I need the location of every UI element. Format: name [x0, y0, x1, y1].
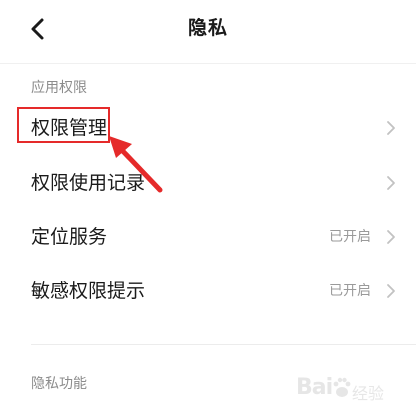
watermark-text: Bai — [296, 375, 333, 400]
settings-row-permission-management[interactable]: 权限管理 — [0, 102, 416, 154]
chevron-right-icon — [387, 230, 395, 244]
section-label-privacy-features: 隐私功能 — [31, 376, 87, 392]
row-label: 权限管理 — [31, 117, 108, 139]
settings-row-permission-usage-records[interactable]: 权限使用记录 — [0, 157, 416, 209]
page-title: 隐私 — [187, 17, 228, 39]
settings-row-sensitive-permission-alert[interactable]: 敏感权限提示 已开启 — [0, 265, 416, 317]
header-divider — [0, 63, 416, 64]
section-label-app-permissions: 应用权限 — [31, 80, 87, 96]
paw-icon — [333, 377, 351, 397]
baidu-watermark-logo: Bai 经验 — [296, 371, 408, 411]
settings-row-location-services[interactable]: 定位服务 已开启 — [0, 211, 416, 263]
row-status-value: 已开启 — [329, 229, 371, 245]
row-label: 定位服务 — [31, 226, 108, 248]
privacy-settings-screen: 隐私 应用权限 权限管理 权限使用记录 定位服务 已开启 敏感权限提示 已开启 … — [0, 0, 416, 415]
chevron-right-icon — [387, 176, 395, 190]
watermark-sub-text: 经验 — [352, 384, 385, 403]
chevron-right-icon — [387, 121, 395, 135]
row-label: 敏感权限提示 — [31, 280, 146, 302]
section-divider — [31, 344, 416, 345]
header-bar: 隐私 — [0, 0, 416, 56]
chevron-right-icon — [387, 284, 395, 298]
row-status-value: 已开启 — [329, 283, 371, 299]
row-label: 权限使用记录 — [31, 172, 146, 194]
